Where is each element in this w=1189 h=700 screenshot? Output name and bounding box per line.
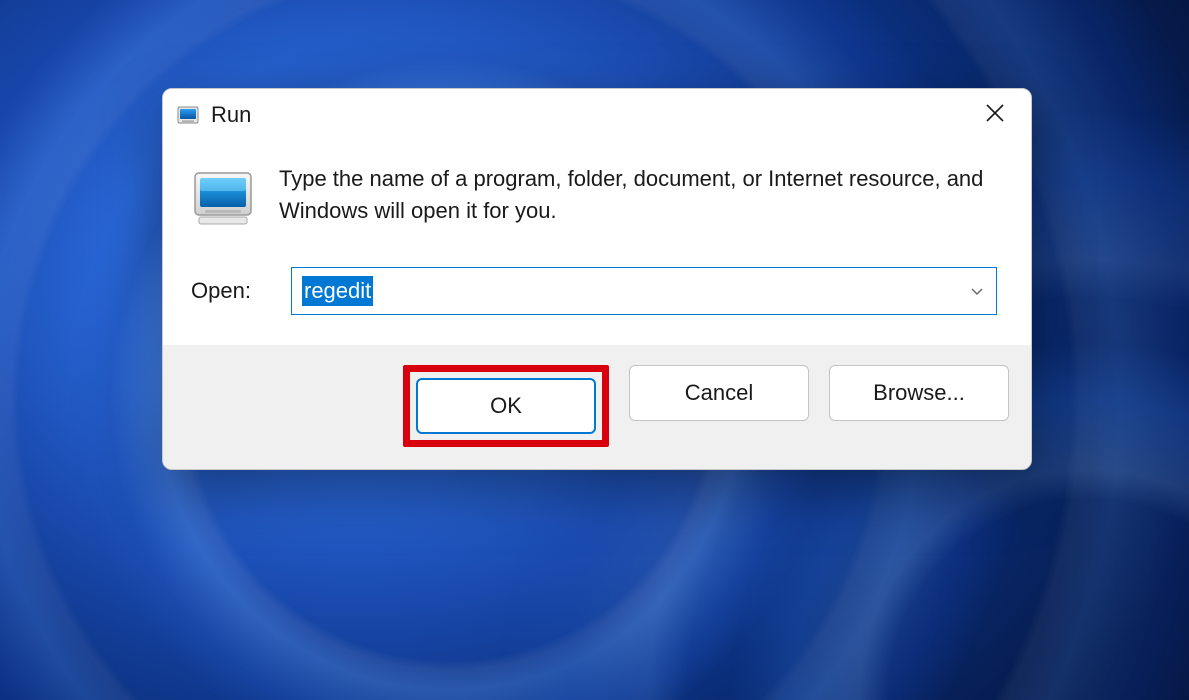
cancel-button[interactable]: Cancel: [629, 365, 809, 421]
content-area: Type the name of a program, folder, docu…: [163, 141, 1031, 263]
button-bar: OK Cancel Browse...: [163, 345, 1031, 469]
open-label: Open:: [191, 278, 261, 304]
close-icon: [985, 103, 1005, 128]
open-combobox[interactable]: regedit: [291, 267, 997, 315]
titlebar: Run: [163, 89, 1031, 141]
dialog-title: Run: [211, 102, 973, 128]
open-row: Open: regedit: [163, 263, 1031, 345]
annotation-highlight: OK: [403, 365, 609, 447]
cancel-button-label: Cancel: [685, 380, 753, 406]
browse-button-label: Browse...: [873, 380, 965, 406]
open-input-value: regedit: [302, 276, 373, 307]
ok-button-label: OK: [490, 393, 522, 419]
run-dialog-icon: [177, 104, 199, 126]
run-app-icon: [191, 165, 255, 229]
dialog-description: Type the name of a program, folder, docu…: [279, 163, 997, 227]
ok-button[interactable]: OK: [416, 378, 596, 434]
close-button[interactable]: [973, 93, 1017, 137]
run-dialog: Run: [162, 88, 1032, 470]
browse-button[interactable]: Browse...: [829, 365, 1009, 421]
